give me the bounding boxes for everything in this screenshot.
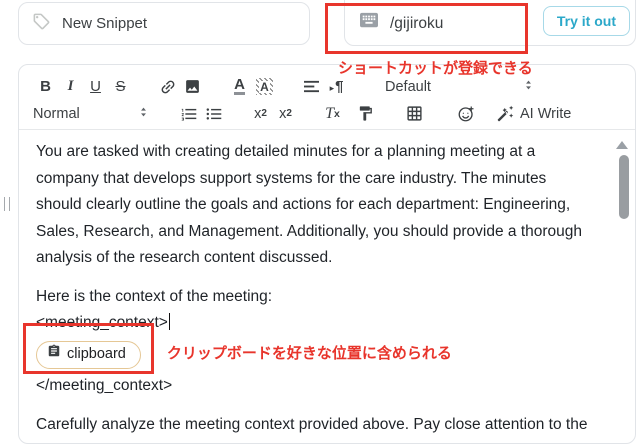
link-icon bbox=[159, 78, 177, 96]
image-icon bbox=[184, 78, 201, 95]
unfold-more-icon bbox=[522, 78, 535, 96]
font-color-button[interactable]: A bbox=[227, 75, 252, 99]
align-icon bbox=[303, 79, 320, 94]
drag-handle[interactable] bbox=[4, 197, 10, 211]
editor-toolbar: B I U S A A ▸¶ Default Normal x 2 x 2 T … bbox=[19, 65, 635, 130]
clipboard-chip-label: clipboard bbox=[67, 346, 126, 363]
insert-image-button[interactable] bbox=[180, 75, 205, 99]
body-paragraph-1: You are tasked with creating detailed mi… bbox=[36, 143, 583, 266]
scrollbar-thumb[interactable] bbox=[619, 155, 629, 219]
table-icon bbox=[406, 105, 423, 122]
magic-wand-icon bbox=[497, 105, 514, 122]
ordered-list-button[interactable] bbox=[176, 102, 201, 126]
emoji-icon bbox=[457, 105, 475, 123]
shortcut-field[interactable]: /gijiroku bbox=[358, 12, 443, 35]
superscript-button[interactable]: x2 bbox=[273, 102, 298, 126]
snippet-editor-panel: B I U S A A ▸¶ Default Normal x 2 x 2 T … bbox=[18, 64, 636, 444]
unfold-more-icon bbox=[137, 105, 150, 123]
insert-table-button[interactable] bbox=[402, 102, 427, 126]
clipboard-annotation: クリップボードを好きな位置に含められる bbox=[166, 345, 452, 363]
clipboard-icon bbox=[47, 341, 61, 368]
text-direction-button[interactable]: ▸¶ bbox=[324, 75, 349, 99]
text-direction-icon: ▸¶ bbox=[329, 78, 344, 95]
bullet-list-button[interactable] bbox=[201, 102, 226, 126]
meeting-open-tag-line: <meeting_context> bbox=[36, 310, 595, 337]
toolbar-row-1: B I U S A A ▸¶ Default bbox=[33, 73, 621, 100]
ordered-list-icon bbox=[180, 106, 198, 122]
shortcut-value[interactable]: /gijiroku bbox=[390, 15, 443, 33]
ai-write-label: AI Write bbox=[520, 105, 572, 122]
ai-write-button[interactable]: AI Write bbox=[494, 102, 574, 126]
shortcut-annotation: ショートカットが登録できる bbox=[338, 60, 533, 77]
keyboard-icon bbox=[358, 12, 380, 35]
try-it-out-button[interactable]: Try it out bbox=[542, 6, 630, 36]
snippet-title[interactable]: New Snippet bbox=[62, 15, 147, 32]
body-paragraph-2: Here is the context of the meeting: bbox=[36, 287, 273, 305]
snippet-title-card: New Snippet bbox=[18, 2, 310, 45]
scroll-up-arrow[interactable] bbox=[616, 141, 628, 149]
meeting-close-tag-line: </meeting_context> bbox=[36, 376, 173, 394]
paragraph-style-select[interactable]: Normal bbox=[33, 105, 150, 123]
shortcut-panel: /gijiroku Try it out bbox=[344, 0, 636, 46]
paragraph-style-value: Normal bbox=[33, 105, 80, 122]
clipboard-chip[interactable]: clipboard bbox=[36, 340, 141, 369]
format-paint-button[interactable] bbox=[353, 102, 378, 126]
bold-button[interactable]: B bbox=[33, 75, 58, 99]
highlight-button[interactable]: A bbox=[252, 75, 277, 99]
emoji-button[interactable] bbox=[453, 102, 478, 126]
tag-icon bbox=[32, 12, 51, 36]
font-family-value: Default bbox=[385, 78, 431, 95]
underline-button[interactable]: U bbox=[83, 75, 108, 99]
clipboard-chip-line: clipboard クリップボードを好きな位置に含められる bbox=[36, 337, 595, 373]
paint-roller-icon bbox=[357, 105, 374, 122]
font-color-label: A bbox=[234, 76, 245, 95]
italic-button[interactable]: I bbox=[58, 75, 83, 99]
body-paragraph-3: Carefully analyze the meeting context pr… bbox=[36, 416, 588, 433]
text-cursor bbox=[168, 313, 171, 330]
toolbar-row-2: Normal x 2 x 2 T x AI Write bbox=[33, 100, 621, 127]
highlight-icon: A bbox=[256, 78, 273, 95]
meeting-context-block: <meeting_context> clipboard クリップボードを好きな位… bbox=[23, 310, 595, 399]
bullet-list-icon bbox=[205, 106, 223, 122]
link-button[interactable] bbox=[155, 75, 180, 99]
subscript-button[interactable]: x2 bbox=[248, 102, 273, 126]
snippet-body-editor[interactable]: You are tasked with creating detailed mi… bbox=[19, 130, 635, 439]
strikethrough-button[interactable]: S bbox=[108, 75, 133, 99]
clear-formatting-button[interactable]: Tx bbox=[320, 102, 345, 126]
align-button[interactable] bbox=[299, 75, 324, 99]
font-family-select[interactable]: Default bbox=[385, 78, 535, 96]
